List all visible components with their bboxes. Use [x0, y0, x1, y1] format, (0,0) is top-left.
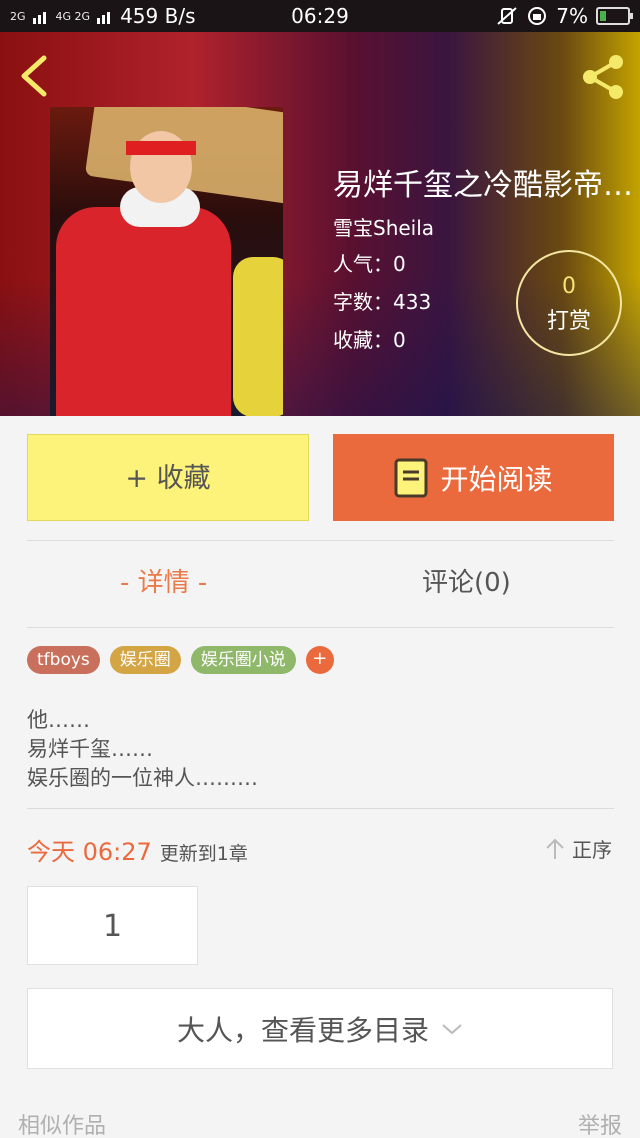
- share-icon[interactable]: [578, 52, 628, 102]
- add-tag-button[interactable]: +: [305, 646, 334, 674]
- reward-label: 打赏: [546, 309, 591, 334]
- tag-tfboys[interactable]: tfboys: [27, 646, 100, 674]
- book-author[interactable]: 雪宝Sheila: [333, 212, 633, 241]
- similar-works-heading: 相似作品: [18, 1114, 107, 1138]
- arrow-up-icon: [546, 838, 564, 859]
- battery-percent: 7%: [556, 4, 588, 28]
- tab-comment[interactable]: 评论(0): [422, 562, 511, 599]
- update-info: 今天 06:27 更新到1章: [27, 832, 248, 867]
- start-reading-label: 开始阅读: [440, 462, 553, 496]
- sort-order-label: 正序: [572, 838, 612, 862]
- status-bar: 2G 4G 2G 459 B/s 06:29 7%: [0, 0, 640, 32]
- mute-vibrate-icon: [497, 7, 517, 25]
- description-line: 娱乐圈的一位神人………: [27, 766, 258, 790]
- tag-entertainment[interactable]: 娱乐圈: [109, 646, 181, 674]
- description-line: 易烊千玺……: [27, 737, 153, 761]
- chevron-down-icon: [442, 1023, 462, 1034]
- book-title: 易烊千玺之冷酷影帝…: [333, 168, 633, 203]
- divider: [27, 540, 614, 541]
- reward-count: 0: [562, 274, 576, 299]
- rotation-lock-icon: [528, 7, 547, 25]
- report-link[interactable]: 举报: [578, 1108, 622, 1138]
- start-reading-button[interactable]: 开始阅读: [333, 434, 614, 521]
- update-text: 更新到1章: [159, 843, 248, 865]
- tag-list: tfboys 娱乐圈 娱乐圈小说 +: [27, 646, 334, 674]
- book-icon: [394, 458, 428, 497]
- tag-entertainment-novel[interactable]: 娱乐圈小说: [190, 646, 296, 674]
- update-time: 今天 06:27: [27, 838, 152, 866]
- sort-order-button[interactable]: 正序: [544, 834, 612, 863]
- favorite-button[interactable]: + 收藏: [27, 434, 309, 521]
- book-cover-image: [50, 107, 283, 416]
- divider: [27, 808, 614, 809]
- chapter-item[interactable]: 1: [27, 886, 198, 965]
- description-line: 他……: [27, 708, 90, 732]
- tab-detail[interactable]: - 详情 -: [120, 562, 207, 599]
- battery-icon: [596, 7, 633, 25]
- chevron-left-icon[interactable]: [14, 54, 54, 98]
- view-more-catalog-button[interactable]: 大人，查看更多目录: [27, 988, 613, 1069]
- divider: [27, 627, 614, 628]
- view-more-catalog-label: 大人，查看更多目录: [176, 1013, 429, 1047]
- reward-button[interactable]: 0 打赏: [516, 250, 622, 356]
- book-description: 他…… 易烊千玺…… 娱乐圈的一位神人………: [27, 706, 258, 793]
